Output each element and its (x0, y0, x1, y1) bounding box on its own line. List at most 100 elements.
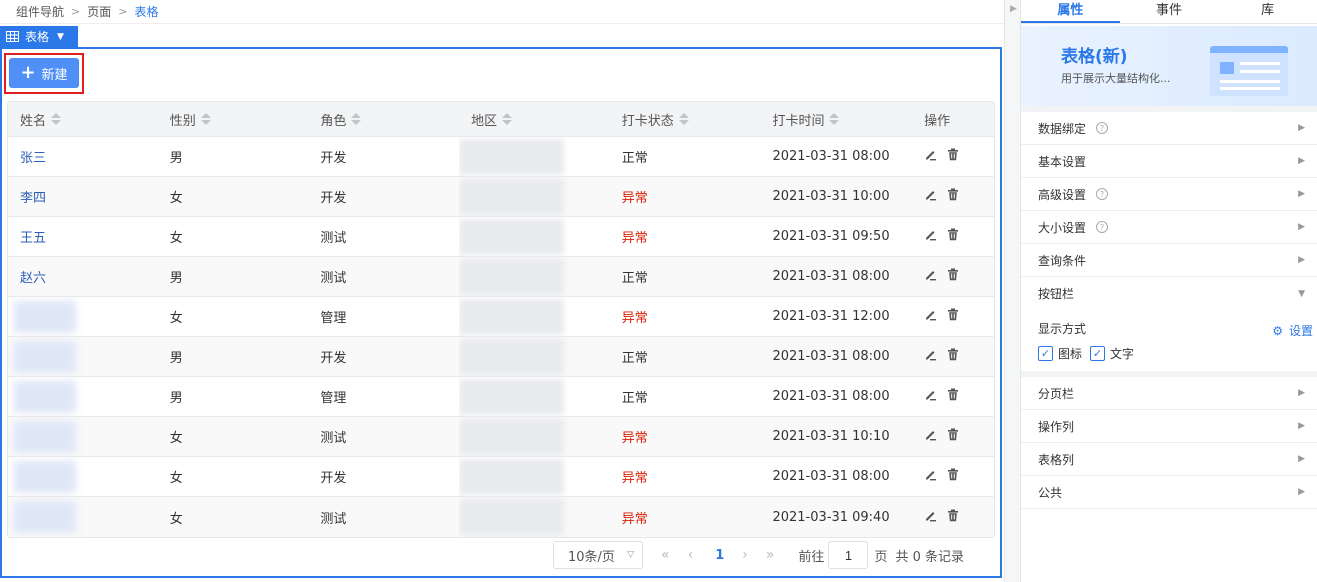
delete-icon[interactable] (947, 148, 959, 165)
sort-icon[interactable] (51, 113, 62, 125)
tab-1[interactable]: 事件 (1120, 0, 1219, 23)
section-sections_before-5[interactable]: 按钮栏 ▼ (1021, 277, 1317, 310)
name-cell: 张三 (8, 137, 158, 176)
help-icon[interactable]: ? (1096, 122, 1109, 134)
sort-icon[interactable] (200, 113, 211, 125)
column-header[interactable]: 角色 (308, 102, 459, 136)
panel-collapse-handle[interactable]: ▶ (1004, 0, 1021, 582)
table-row: 女 管理 异常 2021-03-31 12:00 (8, 297, 994, 337)
table-row: 男 开发 正常 2021-03-31 08:00 (8, 337, 994, 377)
name-link[interactable]: 赵六 (20, 267, 46, 286)
gender-cell: 女 (169, 191, 183, 206)
prev-page-icon[interactable]: ‹ (688, 547, 694, 563)
delete-icon[interactable] (947, 468, 959, 485)
row-actions (924, 388, 959, 405)
table-row: 女 测试 异常 2021-03-31 09:40 (8, 497, 994, 537)
section-sections_after-3[interactable]: 公共 ▶ (1021, 476, 1317, 509)
edit-icon[interactable] (924, 148, 937, 165)
section-label: 操作列 (1038, 419, 1075, 434)
plus-icon: + (20, 62, 36, 83)
name-link[interactable]: 王五 (20, 227, 46, 246)
table-row: 王五 女 测试 异常 2021-03-31 09:50 (8, 217, 994, 257)
sort-icon[interactable] (829, 113, 840, 125)
name-link[interactable]: 李四 (20, 187, 46, 206)
status-cell: 异常 (621, 231, 648, 246)
section-sections_before-1[interactable]: 基本设置 ▶ (1021, 145, 1317, 178)
sort-icon[interactable] (351, 113, 362, 125)
delete-icon[interactable] (947, 509, 959, 526)
section-sections_before-2[interactable]: 高级设置? ▶ (1021, 178, 1317, 211)
section-sections_before-0[interactable]: 数据绑定? ▶ (1021, 106, 1317, 145)
next-page-icon[interactable]: › (742, 547, 748, 563)
goto-page-input[interactable] (828, 541, 869, 569)
checkbox-1[interactable]: ✓ 文字 (1090, 345, 1134, 362)
redacted-region (459, 139, 565, 175)
page-number[interactable]: 1 (715, 548, 724, 563)
column-header[interactable]: 打卡状态 (610, 102, 761, 136)
breadcrumb-item-page[interactable]: 页面 (87, 3, 111, 20)
delete-icon[interactable] (947, 308, 959, 325)
section-sections_after-2[interactable]: 表格列 ▶ (1021, 443, 1317, 476)
delete-icon[interactable] (947, 188, 959, 205)
delete-icon[interactable] (947, 428, 959, 445)
chevron-right-icon: ▶ (1298, 123, 1305, 133)
row-actions (924, 188, 959, 205)
checkbox-0[interactable]: ✓ 图标 (1038, 345, 1082, 362)
delete-icon[interactable] (947, 268, 959, 285)
edit-icon[interactable] (924, 428, 937, 445)
column-header[interactable]: 性别 (158, 102, 309, 136)
last-page-icon[interactable]: » (766, 547, 775, 563)
gender-cell: 男 (169, 351, 183, 366)
role-cell: 管理 (320, 391, 347, 406)
edit-icon[interactable] (924, 468, 937, 485)
chevron-right-icon: > (118, 5, 128, 18)
delete-icon[interactable] (947, 228, 959, 245)
role-cell: 开发 (320, 151, 347, 166)
section-label: 数据绑定 (1038, 121, 1087, 136)
section-label: 高级设置 (1038, 187, 1087, 202)
edit-icon[interactable] (924, 348, 937, 365)
gender-cell: 男 (169, 151, 183, 166)
time-cell: 2021-03-31 08:00 (772, 389, 890, 404)
page-size-select[interactable]: 10条/页 ▽ (553, 541, 643, 569)
status-cell: 正常 (621, 271, 648, 286)
redacted-name (14, 461, 76, 493)
section-sections_after-0[interactable]: 分页栏 ▶ (1021, 377, 1317, 410)
time-cell: 2021-03-31 09:40 (772, 509, 890, 525)
edit-icon[interactable] (924, 509, 937, 526)
edit-icon[interactable] (924, 268, 937, 285)
section-sections_after-1[interactable]: 操作列 ▶ (1021, 410, 1317, 443)
edit-icon[interactable] (924, 228, 937, 245)
section-sections_before-4[interactable]: 查询条件 ▶ (1021, 244, 1317, 277)
delete-icon[interactable] (947, 388, 959, 405)
settings-link[interactable]: ⚙ 设置 (1272, 322, 1313, 339)
column-header[interactable]: 姓名 (8, 102, 158, 136)
new-button[interactable]: + 新建 (9, 58, 79, 88)
section-label: 基本设置 (1038, 154, 1087, 169)
help-icon[interactable]: ? (1096, 188, 1109, 200)
edit-icon[interactable] (924, 308, 937, 325)
breadcrumb-item-component-nav[interactable]: 组件导航 (16, 3, 64, 20)
first-page-icon[interactable]: « (661, 547, 670, 563)
sort-icon[interactable] (678, 113, 689, 125)
help-icon[interactable]: ? (1096, 221, 1109, 233)
section-label: 大小设置 (1038, 220, 1087, 235)
delete-icon[interactable] (947, 348, 959, 365)
edit-icon[interactable] (924, 388, 937, 405)
component-selector[interactable]: 表格 ▼ (0, 26, 78, 47)
sort-icon[interactable] (502, 113, 513, 125)
tab-0[interactable]: 属性 (1021, 0, 1120, 23)
column-header[interactable]: 打卡时间 (760, 102, 912, 136)
chevron-right-icon: ▶ (1298, 222, 1305, 232)
chevron-right-icon: ▶ (1298, 487, 1305, 497)
tab-2[interactable]: 库 (1218, 0, 1317, 23)
chevron-right-icon: ▶ (1298, 255, 1305, 265)
name-link[interactable]: 张三 (20, 147, 46, 166)
redacted-region (459, 259, 565, 295)
role-cell: 开发 (320, 351, 347, 366)
edit-icon[interactable] (924, 188, 937, 205)
column-header[interactable]: 地区 (459, 102, 610, 136)
page-size-value: 10条/页 (568, 549, 615, 565)
role-cell: 开发 (320, 191, 347, 206)
section-sections_before-3[interactable]: 大小设置? ▶ (1021, 211, 1317, 244)
